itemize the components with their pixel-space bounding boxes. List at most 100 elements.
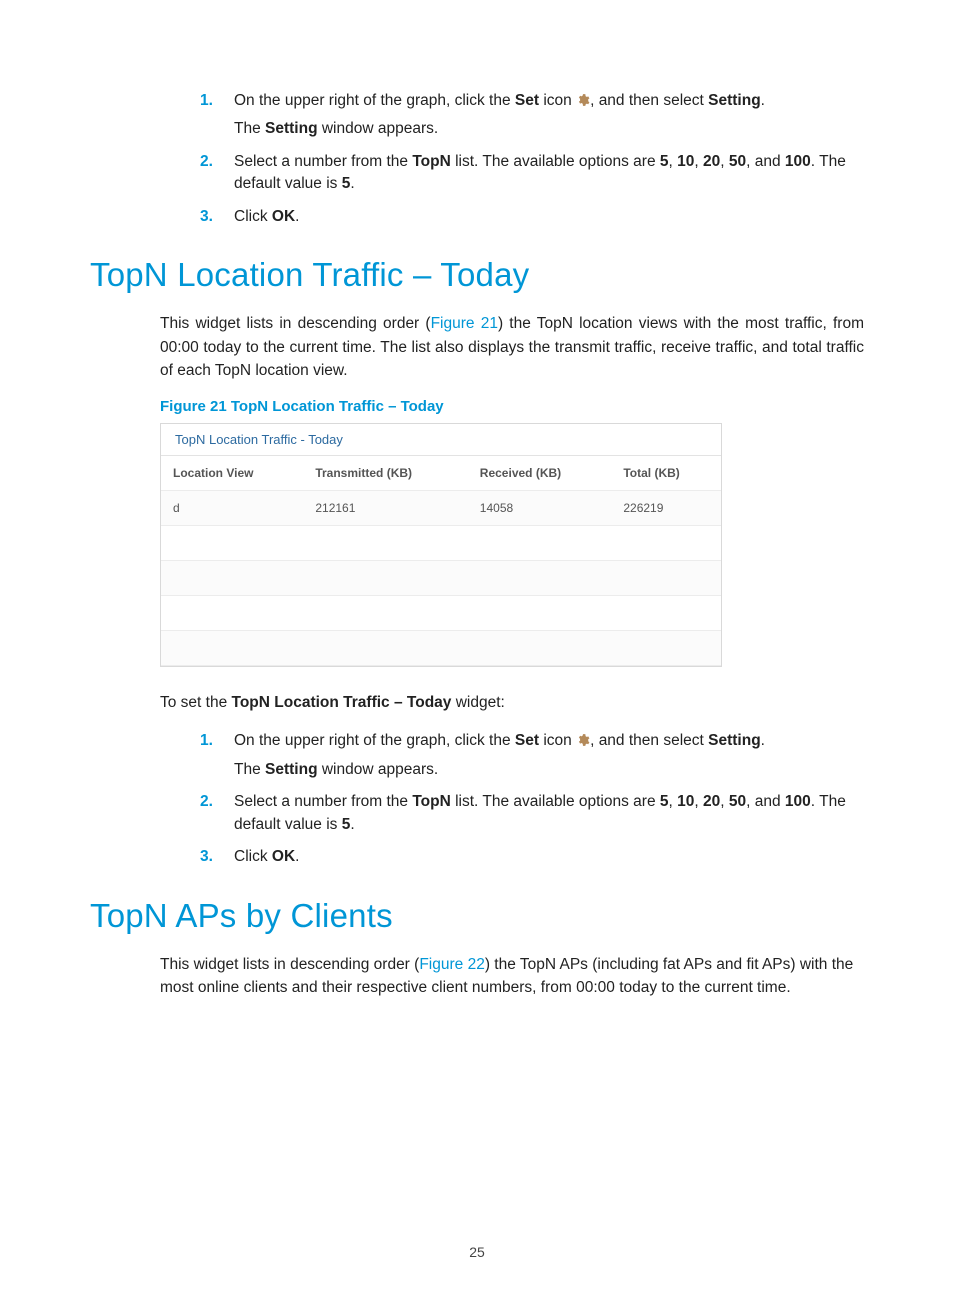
figure-21-link[interactable]: Figure 21 [431, 315, 498, 332]
cell-location: d [161, 491, 303, 526]
step-1: 1. On the upper right of the graph, clic… [200, 730, 864, 781]
topn-traffic-table: Location View Transmitted (KB) Received … [161, 456, 721, 666]
step-3: 3. Click OK. [200, 846, 864, 868]
text: window appears. [318, 761, 439, 778]
step-1: 1. On the upper right of the graph, clic… [200, 90, 864, 141]
text: To set the [160, 694, 232, 711]
step-3: 3. Click OK. [200, 206, 864, 228]
bold: TopN Location Traffic – Today [232, 694, 452, 711]
text: , and [746, 153, 785, 170]
bold: 100 [785, 153, 811, 170]
gear-icon [576, 732, 590, 746]
cell-received [468, 631, 612, 666]
text: This widget lists in descending order ( [160, 956, 419, 973]
text: . [761, 92, 765, 109]
step-text: On the upper right of the graph, click t… [234, 90, 864, 141]
cell-transmitted: 212161 [303, 491, 467, 526]
bold: 10 [677, 153, 694, 170]
step-number: 2. [200, 151, 234, 196]
step-text: Click OK. [234, 206, 864, 228]
text: , [669, 153, 678, 170]
cell-total [611, 596, 721, 631]
col-location-view: Location View [161, 456, 303, 491]
bold: TopN [412, 153, 450, 170]
col-total: Total (KB) [611, 456, 721, 491]
figure-22-link[interactable]: Figure 22 [419, 956, 484, 973]
step-text: Select a number from the TopN list. The … [234, 151, 864, 196]
step-text: Click OK. [234, 846, 864, 868]
col-received: Received (KB) [468, 456, 612, 491]
panel-title: TopN Location Traffic - Today [161, 424, 721, 456]
cell-transmitted [303, 596, 467, 631]
text: Click [234, 208, 272, 225]
cell-total [611, 526, 721, 561]
figure-21-caption: Figure 21 TopN Location Traffic – Today [90, 398, 864, 415]
step-number: 2. [200, 791, 234, 836]
cell-transmitted [303, 526, 467, 561]
text: , [694, 153, 703, 170]
text: This widget lists in descending order ( [160, 315, 431, 332]
text: , [669, 793, 678, 810]
bold: Set [515, 92, 539, 109]
figure-21-panel: TopN Location Traffic - Today Location V… [160, 423, 722, 667]
cell-received [468, 596, 612, 631]
cell-location [161, 561, 303, 596]
table-row [161, 561, 721, 596]
step-2: 2. Select a number from the TopN list. T… [200, 791, 864, 836]
text: list. The available options are [451, 793, 660, 810]
step-subtext: The Setting window appears. [234, 118, 864, 140]
text: Select a number from the [234, 153, 412, 170]
step-number: 1. [200, 730, 234, 781]
bold: OK [272, 848, 295, 865]
step-2: 2. Select a number from the TopN list. T… [200, 151, 864, 196]
bold: 50 [729, 793, 746, 810]
text: On the upper right of the graph, click t… [234, 92, 515, 109]
bold: 20 [703, 153, 720, 170]
ordered-steps-b: 1. On the upper right of the graph, clic… [90, 730, 864, 868]
text: list. The available options are [451, 153, 660, 170]
bold: TopN [412, 793, 450, 810]
text: . [350, 816, 354, 833]
bold: OK [272, 208, 295, 225]
bold: Setting [265, 120, 318, 137]
cell-transmitted [303, 631, 467, 666]
table-row [161, 526, 721, 561]
text: . [295, 848, 299, 865]
heading-topn-aps-clients: TopN APs by Clients [90, 897, 864, 935]
text: Select a number from the [234, 793, 412, 810]
gear-icon [576, 92, 590, 106]
step-number: 3. [200, 846, 234, 868]
text: . [295, 208, 299, 225]
page-number: 25 [0, 1244, 954, 1260]
section1-to-set: To set the TopN Location Traffic – Today… [90, 691, 864, 714]
text: widget: [451, 694, 504, 711]
bold: 50 [729, 153, 746, 170]
section1-intro-para: This widget lists in descending order (F… [90, 312, 864, 382]
bold: Setting [265, 761, 318, 778]
text: . [350, 175, 354, 192]
cell-location [161, 526, 303, 561]
cell-received [468, 561, 612, 596]
cell-total [611, 631, 721, 666]
text: , [720, 793, 729, 810]
table-row: d 212161 14058 226219 [161, 491, 721, 526]
table-row [161, 631, 721, 666]
text: , and then select [590, 732, 708, 749]
ordered-steps-a: 1. On the upper right of the graph, clic… [90, 90, 864, 228]
bold: Setting [708, 732, 761, 749]
cell-transmitted [303, 561, 467, 596]
text: , and [746, 793, 785, 810]
heading-topn-location-traffic: TopN Location Traffic – Today [90, 256, 864, 294]
cell-received: 14058 [468, 491, 612, 526]
bold: 5 [660, 793, 669, 810]
bold: 5 [660, 153, 669, 170]
step-number: 1. [200, 90, 234, 141]
step-subtext: The Setting window appears. [234, 759, 864, 781]
text: , [694, 793, 703, 810]
text: icon [539, 732, 576, 749]
table-row [161, 596, 721, 631]
text: window appears. [318, 120, 439, 137]
cell-total [611, 561, 721, 596]
bold: Set [515, 732, 539, 749]
text: , and then select [590, 92, 708, 109]
